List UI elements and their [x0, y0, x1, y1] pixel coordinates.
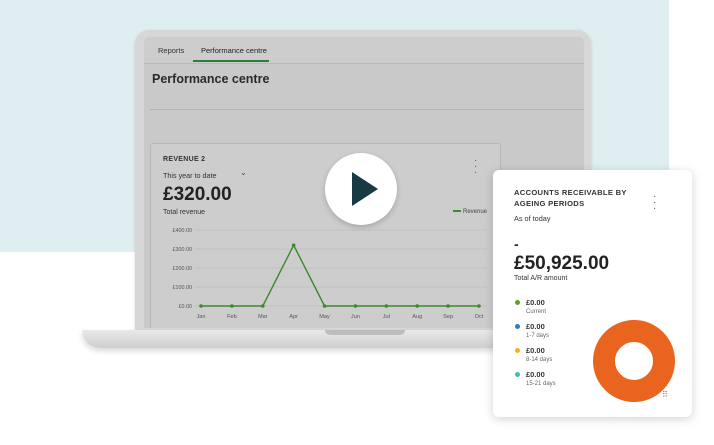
ar-item-period: 15-21 days: [526, 381, 556, 387]
ar-as-of: As of today: [514, 214, 551, 223]
revenue-data-point: [477, 304, 481, 308]
revenue-data-point: [353, 304, 358, 308]
ar-item-period: Current: [526, 309, 547, 315]
ar-item-period: 8-14 days: [526, 357, 553, 363]
revenue-data-point: [446, 304, 450, 308]
tab-reports[interactable]: Reports: [158, 46, 184, 55]
legend-dot: [515, 348, 520, 353]
revenue-data-point: [230, 304, 234, 308]
x-tick-label: Jan: [196, 314, 205, 320]
x-tick-label: Mar: [258, 314, 268, 320]
y-tick-label: £400.00: [173, 228, 193, 234]
donut-ring: [593, 320, 675, 402]
ar-card-title: ACCOUNTS RECEIVABLE BY AGEING PERIODS: [514, 188, 627, 208]
x-tick-label: Apr: [289, 314, 298, 320]
tab-performance-centre[interactable]: Performance centre: [201, 46, 267, 55]
resize-handle-icon[interactable]: ⠿: [662, 390, 668, 399]
ar-item-period: 1-7 days: [526, 333, 550, 339]
revenue-line-chart: £400.00 £300.00 £200.00 £100.00 £0.00Jan Feb M…: [173, 228, 487, 320]
ar-amount: £50,925.00: [514, 253, 610, 274]
x-tick-label: Oct: [475, 314, 484, 320]
active-tab-indicator: [193, 60, 269, 62]
x-tick-label: Jun: [351, 314, 360, 320]
ar-item-value: £0.00: [526, 322, 545, 331]
revenue-data-point: [322, 304, 327, 308]
play-button[interactable]: [325, 153, 397, 225]
x-tick-label: Jul: [383, 314, 390, 320]
revenue-data-point: [415, 304, 420, 308]
ar-subtitle: Total A/R amount: [514, 275, 568, 282]
y-tick-label: £200.00: [173, 266, 193, 272]
y-tick-label: £100.00: [173, 285, 193, 291]
revenue-data-point: [291, 243, 296, 247]
x-tick-label: Aug: [412, 314, 422, 320]
tab-bar: Reports Performance centre: [144, 37, 584, 64]
legend-dot: [515, 324, 520, 329]
revenue-data-point: [199, 304, 203, 308]
revenue-data-point: [384, 304, 389, 308]
page-title: Performance centre: [152, 72, 270, 86]
divider: [150, 109, 584, 110]
x-tick-label: May: [319, 314, 330, 320]
y-tick-label: £300.00: [173, 247, 193, 253]
ar-item-value: £0.00: [526, 370, 545, 379]
revenue-series-line: [201, 243, 479, 307]
play-icon: [352, 172, 378, 206]
legend-dot: [515, 372, 520, 377]
x-tick-label: Feb: [227, 314, 237, 320]
ar-item-value: £0.00: [526, 346, 545, 355]
legend-dot: [515, 300, 520, 305]
ar-dash: -: [514, 236, 519, 252]
more-options-icon[interactable]: · · ·: [653, 192, 656, 214]
revenue-card: REVENUE 2 This year to date ⌄ · · · £320.0…: [150, 143, 501, 328]
ar-item-value: £0.00: [526, 298, 545, 307]
ar-card: ACCOUNTS RECEIVABLE BY AGEING PERIODS · ·…: [493, 170, 692, 417]
revenue-data-point: [260, 304, 265, 308]
y-tick-label: £0.00: [179, 304, 193, 310]
x-tick-label: Sep: [443, 314, 453, 320]
laptop-notch: [325, 330, 405, 335]
